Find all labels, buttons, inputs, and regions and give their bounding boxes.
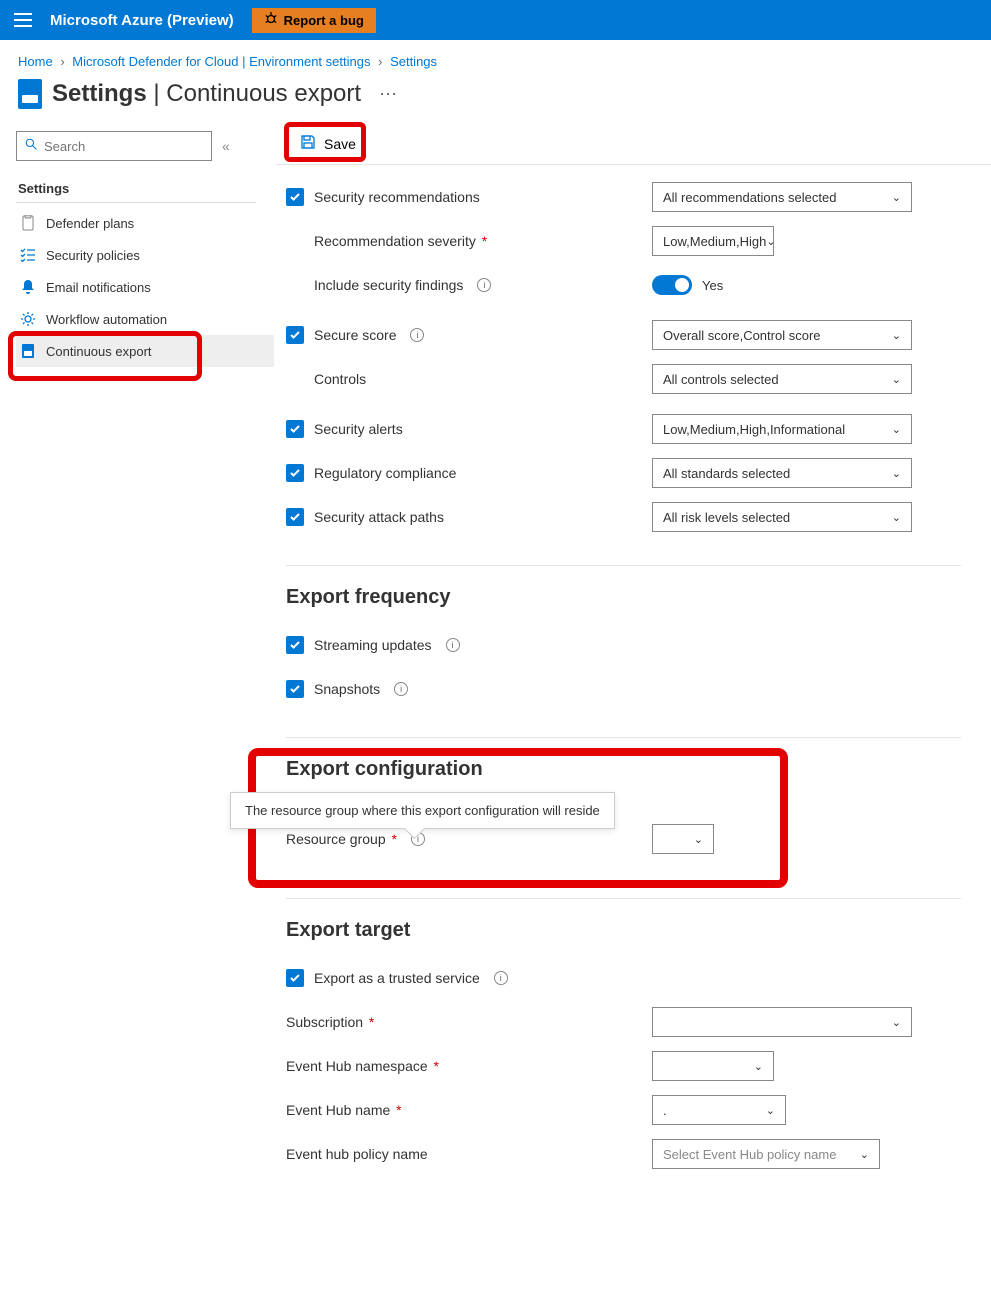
chevron-down-icon: ⌄	[766, 1104, 775, 1117]
settings-page-icon	[18, 79, 42, 109]
sidebar-heading: Settings	[18, 181, 276, 196]
info-icon[interactable]: i	[494, 971, 508, 985]
checkbox-secure-score[interactable]	[286, 326, 304, 344]
label-eh-name: Event Hub name *	[286, 1102, 402, 1118]
gear-icon	[20, 311, 36, 327]
dropdown-reg-compliance[interactable]: All standards selected⌄	[652, 458, 912, 488]
save-icon	[300, 134, 316, 153]
toggle-label: Yes	[702, 278, 723, 293]
dropdown-resource-group[interactable]: ⌄	[652, 824, 714, 854]
dropdown-controls[interactable]: All controls selected⌄	[652, 364, 912, 394]
label-controls: Controls	[314, 371, 366, 387]
dropdown-eh-namespace[interactable]: ⌄	[652, 1051, 774, 1081]
sidebar-item-defender-plans[interactable]: Defender plans	[16, 207, 274, 239]
breadcrumb: Home › Microsoft Defender for Cloud | En…	[0, 40, 991, 75]
bell-icon	[20, 279, 36, 295]
label-security-recommendations: Security recommendations	[314, 189, 480, 205]
chevron-down-icon: ⌄	[892, 511, 901, 524]
list-check-icon	[20, 247, 36, 263]
info-icon[interactable]: i	[394, 682, 408, 696]
dropdown-eh-name[interactable]: .⌄	[652, 1095, 786, 1125]
menu-icon[interactable]	[14, 13, 32, 27]
chevron-down-icon: ⌄	[754, 1060, 763, 1073]
label-rec-severity: Recommendation severity *	[314, 233, 487, 249]
chevron-down-icon: ⌄	[860, 1148, 869, 1161]
bug-icon	[264, 12, 278, 29]
dropdown-recommendations[interactable]: All recommendations selected⌄	[652, 182, 912, 212]
collapse-sidebar-icon[interactable]: «	[222, 138, 230, 154]
label-resource-group: Resource group *	[286, 831, 397, 847]
brand-label: Microsoft Azure (Preview)	[50, 12, 234, 29]
dropdown-eh-policy[interactable]: Select Event Hub policy name⌄	[652, 1139, 880, 1169]
breadcrumb-home[interactable]: Home	[18, 54, 53, 69]
tooltip-resource-group: The resource group where this export con…	[230, 792, 615, 829]
chevron-down-icon: ⌄	[892, 373, 901, 386]
dropdown-alerts[interactable]: Low,Medium,High,Informational⌄	[652, 414, 912, 444]
clipboard-icon	[20, 215, 36, 231]
checkbox-attack-paths[interactable]	[286, 508, 304, 526]
checkbox-reg-compliance[interactable]	[286, 464, 304, 482]
sidebar-item-workflow-automation[interactable]: Workflow automation	[16, 303, 274, 335]
sidebar-item-continuous-export[interactable]: Continuous export	[16, 335, 274, 367]
label-reg-compliance: Regulatory compliance	[314, 465, 456, 481]
export-icon	[20, 343, 36, 359]
dropdown-attack-paths[interactable]: All risk levels selected⌄	[652, 502, 912, 532]
chevron-down-icon: ⌄	[892, 1016, 901, 1029]
info-icon[interactable]: i	[446, 638, 460, 652]
toggle-include-findings[interactable]	[652, 275, 692, 295]
heading-export-target: Export target	[286, 919, 961, 942]
heading-export-frequency: Export frequency	[286, 586, 961, 609]
label-trusted-service: Export as a trusted service	[314, 970, 480, 986]
chevron-down-icon: ⌄	[766, 235, 775, 248]
info-icon[interactable]: i	[410, 328, 424, 342]
sidebar-item-label: Continuous export	[46, 344, 152, 359]
sidebar-item-label: Email notifications	[46, 280, 151, 295]
label-eh-namespace: Event Hub namespace *	[286, 1058, 439, 1074]
checkbox-security-recommendations[interactable]	[286, 188, 304, 206]
label-subscription: Subscription *	[286, 1014, 374, 1030]
chevron-down-icon: ⌄	[892, 329, 901, 342]
label-snapshots: Snapshots	[314, 681, 380, 697]
more-actions-icon[interactable]: ⋯	[379, 84, 398, 105]
label-attack-paths: Security attack paths	[314, 509, 444, 525]
breadcrumb-settings[interactable]: Settings	[390, 54, 437, 69]
label-streaming: Streaming updates	[314, 637, 432, 653]
info-icon[interactable]: i	[477, 278, 491, 292]
dropdown-rec-severity[interactable]: Low,Medium,High⌄	[652, 226, 774, 256]
sidebar-item-label: Defender plans	[46, 216, 134, 231]
label-include-findings: Include security findings	[314, 277, 463, 293]
sidebar-item-label: Workflow automation	[46, 312, 167, 327]
report-bug-button[interactable]: Report a bug	[252, 8, 376, 33]
dropdown-subscription[interactable]: ⌄	[652, 1007, 912, 1037]
checkbox-snapshots[interactable]	[286, 680, 304, 698]
dropdown-secure-score[interactable]: Overall score,Control score⌄	[652, 320, 912, 350]
label-eh-policy: Event hub policy name	[286, 1146, 428, 1162]
page-title: Settings | Continuous export	[52, 80, 361, 108]
search-input[interactable]	[44, 139, 220, 154]
breadcrumb-defender[interactable]: Microsoft Defender for Cloud | Environme…	[72, 54, 370, 69]
sidebar-item-label: Security policies	[46, 248, 140, 263]
checkbox-streaming[interactable]	[286, 636, 304, 654]
checkbox-trusted-service[interactable]	[286, 969, 304, 987]
sidebar-search[interactable]	[16, 131, 212, 161]
chevron-down-icon: ⌄	[892, 191, 901, 204]
sidebar-item-security-policies[interactable]: Security policies	[16, 239, 274, 271]
sidebar-item-email-notifications[interactable]: Email notifications	[16, 271, 274, 303]
chevron-down-icon: ⌄	[892, 423, 901, 436]
chevron-down-icon: ⌄	[892, 467, 901, 480]
checkbox-security-alerts[interactable]	[286, 420, 304, 438]
heading-export-config: Export configuration	[286, 758, 961, 781]
chevron-down-icon: ⌄	[694, 833, 703, 846]
save-button[interactable]: Save	[290, 128, 366, 159]
label-secure-score: Secure score	[314, 327, 396, 343]
search-icon	[25, 138, 38, 154]
label-security-alerts: Security alerts	[314, 421, 403, 437]
